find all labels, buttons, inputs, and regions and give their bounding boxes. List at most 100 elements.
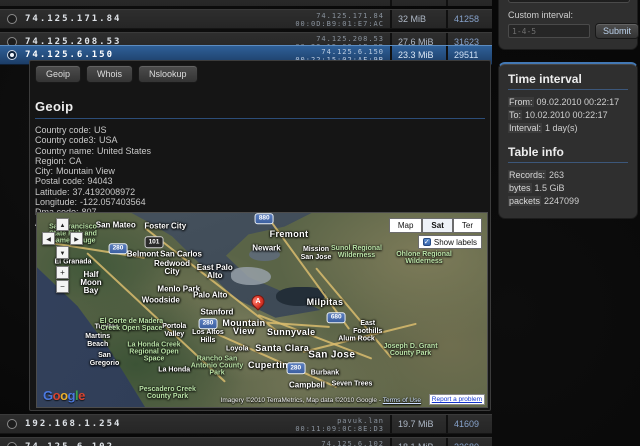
table-info-title: Table info [508,145,628,163]
city-label: Palo Alto [193,290,228,300]
field-value: United States [97,145,152,156]
packets-cell: 41258 [446,10,492,28]
city-label: Alum Rock [338,335,375,343]
geoip-section-title: Geoip [35,99,485,119]
interval-label: Interval: [508,123,543,133]
interstate-280-shield: 280 [198,317,218,330]
bytes-cell: 18.1 MiB [390,438,446,446]
field-value: CA [69,155,82,166]
custom-interval-label: Custom interval: [508,10,574,20]
table-row[interactable]: 00:22:15:02:AF:9B [0,0,492,6]
netflow-app-page: 00:22:15:02:AF:9B 74.125.171.84 74.125.1… [0,0,640,446]
park-label: Rancho San Antonio County Park [190,355,244,377]
city-label: Loyola [225,345,249,353]
map-type-ter-button[interactable]: Ter [452,218,482,233]
host-mac: 00:22:15:02:AF:9B [295,0,390,6]
custom-interval-input[interactable] [508,24,590,38]
table-row[interactable]: 74.125.171.84 74.125.171.84 00:0D:B9:01:E… [0,9,492,29]
report-a-problem-link[interactable]: Report a problem [428,394,485,405]
city-label: Martins Beach [85,333,111,349]
radio-button-checked[interactable] [7,50,17,60]
bytes-cell: 32 MiB [390,10,446,28]
city-label: Belmont [126,249,159,259]
map-type-sat-button[interactable]: Sat [422,218,453,233]
field-label: Country code: [35,125,92,135]
pan-up-button[interactable]: ▲ [56,218,69,231]
radio-button[interactable] [7,14,17,24]
city-label: Milpitas [306,297,344,308]
city-label: San Gregorio [89,352,120,368]
from-label: From: [508,97,534,107]
city-label: La Honda [158,366,191,374]
city-label: Sunnyvale [266,327,316,338]
city-label: Newark [252,243,281,253]
field-label: Longitude: [35,197,78,208]
terms-of-use-link[interactable]: Terms of Use [383,397,421,404]
table-row[interactable]: 192.168.1.254 pavuk.lan 00:11:09:0C:8E:D3… [0,414,492,434]
submit-button[interactable]: Submit [595,23,640,39]
time-interval-title: Time interval [508,72,628,90]
city-label: Campbell [288,380,326,390]
city-label: San Carlos [160,249,202,259]
zoom-in-button[interactable]: + [56,266,69,279]
radio-button[interactable] [7,419,17,429]
city-label: Fremont [269,229,309,240]
host-mac: pavuk.lan 00:11:09:0C:8E:D3 [295,417,384,433]
field-value: Mountain View [56,166,115,177]
pan-down-button[interactable]: ▼ [56,246,69,259]
zoom-out-button[interactable]: − [56,280,69,293]
park-label: El Corte de Madera Creek Open Space [99,317,164,332]
bytes-label: bytes [508,183,532,193]
radio-button[interactable] [7,442,17,446]
park-label: Joseph D. Grant County Park [383,342,438,357]
lookup-tabbar: Geoip Whois Nslookup [35,65,485,83]
show-labels-toggle[interactable]: ✓ Show labels [417,235,482,249]
pan-right-button[interactable]: ▶ [70,232,83,245]
city-label: East Foothills [353,320,383,336]
interstate-280-shield: 280 [108,243,128,255]
city-label: Redwood City [154,259,190,277]
ip-address: 74.125.6.150 [25,50,115,60]
interstate-280-shield: 280 [286,362,306,374]
ip-address: 74.125.171.84 [25,14,122,24]
google-logo: Google [43,388,85,403]
pan-left-button[interactable]: ◀ [42,232,55,245]
city-label: Santa Clara [255,342,310,353]
host-mac: 74.125.171.84 00:0D:B9:01:E7:AC [295,12,384,28]
city-label: Foster City [144,221,187,231]
packets-label: packets [508,196,542,206]
packets-value: 2247099 [544,196,580,206]
field-label: Postal code: [35,176,85,187]
city-label: Burbank [310,369,340,377]
city-label: El Granada [54,258,92,266]
partial-table-row: 00:22:15:02:AF:9B [0,0,492,6]
park-label: Ohlone Regional Wilderness [396,250,452,265]
interval-panel: ▼ Custom interval: Submit [498,0,640,50]
park-label: Sunol Regional Wilderness [331,244,382,259]
field-value: 37.4192008972 [72,186,136,197]
geoip-button[interactable]: Geoip [35,65,82,83]
table-row[interactable]: 74.125.6.102 74.125.6.10200:22:15:02:AF:… [0,437,492,446]
park-label: La Honda Creek Regional Open Space [127,341,181,363]
field-label: Latitude: [35,186,70,197]
park-label: Pescadero Creek County Park [139,386,196,401]
records-label: Records: [508,170,547,180]
nslookup-button[interactable]: Nslookup [138,65,198,83]
interval-select[interactable]: ▼ [508,0,630,3]
info-panel: Time interval From: 09.02.2010 00:22:17 T… [498,62,638,219]
packets-cell: 41609 [446,415,492,433]
packets-cell: 22680 [446,438,492,446]
map-type-map-button[interactable]: Map [388,218,423,233]
whois-button[interactable]: Whois [86,65,134,83]
map-type-control: Map Sat Ter [388,218,482,233]
interval-value: 1 day(s) [545,123,578,133]
bytes-cell: 19.7 MiB [390,415,446,433]
ip-address: 74.125.6.102 [25,442,114,446]
interstate-880-shield: 880 [254,213,274,225]
interstate-680-shield: 680 [326,312,346,324]
bytes-value: 1.5 GiB [534,183,565,193]
show-labels-text: Show labels [433,237,477,247]
to-label: To: [508,110,523,120]
map[interactable]: San Mateo Foster City Belmont San Carlos… [36,212,488,408]
city-label: Woodside [141,295,180,305]
